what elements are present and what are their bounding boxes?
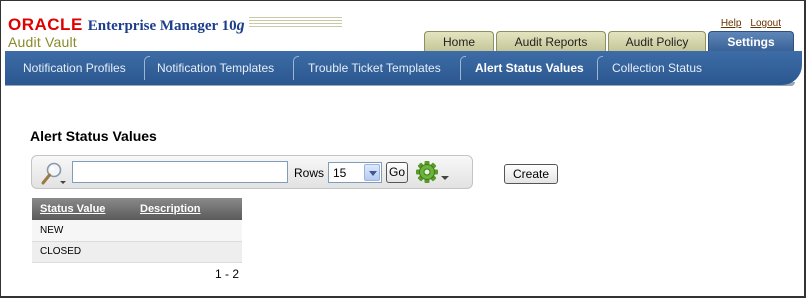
brand-stripes (248, 17, 342, 29)
main-tabs: Home Audit Reports Audit Policy Settings (0, 31, 806, 51)
rows-select-value: 15 (333, 166, 347, 180)
table-header-row: Status Value Description (32, 198, 242, 220)
logout-link[interactable]: Logout (750, 18, 781, 29)
cell-description (132, 220, 242, 242)
cell-description (132, 241, 242, 263)
cell-status-value: NEW (32, 220, 132, 242)
subnav-bar: Notification Profiles Notification Templ… (5, 51, 802, 85)
go-button[interactable]: Go (386, 162, 408, 183)
subnav-alert-status-values[interactable]: Alert Status Values (475, 51, 584, 85)
column-header-description[interactable]: Description (132, 198, 242, 220)
column-header-status-value[interactable]: Status Value (32, 198, 132, 220)
cell-status-value: CLOSED (32, 241, 132, 263)
table-row: NEW (32, 220, 242, 242)
subnav-notification-profiles[interactable]: Notification Profiles (23, 51, 126, 85)
search-icon[interactable] (40, 161, 70, 187)
subnav-separator (293, 56, 299, 80)
global-links: Help Logout (721, 18, 781, 29)
subnav-separator (144, 56, 150, 80)
chevron-down-icon[interactable] (364, 164, 380, 181)
tab-audit-reports[interactable]: Audit Reports (496, 31, 606, 51)
search-toolbar: Rows 15 Go (31, 155, 473, 189)
search-input[interactable] (72, 161, 288, 183)
gear-icon[interactable] (414, 160, 454, 186)
tab-home[interactable]: Home (424, 31, 494, 51)
page-title: Alert Status Values (30, 128, 157, 144)
report-table: Status Value Description NEW CLOSED (32, 198, 242, 263)
subnav-trouble-ticket-templates[interactable]: Trouble Ticket Templates (308, 51, 441, 85)
rows-label: Rows (294, 166, 325, 180)
help-link[interactable]: Help (721, 18, 742, 29)
rows-select[interactable]: 15 (328, 162, 382, 183)
pagination: 1 - 2 (215, 267, 240, 281)
subnav-separator (460, 56, 466, 80)
tab-settings[interactable]: Settings (708, 31, 794, 51)
tab-audit-policy[interactable]: Audit Policy (608, 31, 706, 51)
create-button[interactable]: Create (504, 164, 558, 184)
table-row: CLOSED (32, 241, 242, 263)
subnav-separator (597, 56, 603, 80)
subnav-collection-status[interactable]: Collection Status (612, 51, 702, 85)
subnav-notification-templates[interactable]: Notification Templates (157, 51, 274, 85)
